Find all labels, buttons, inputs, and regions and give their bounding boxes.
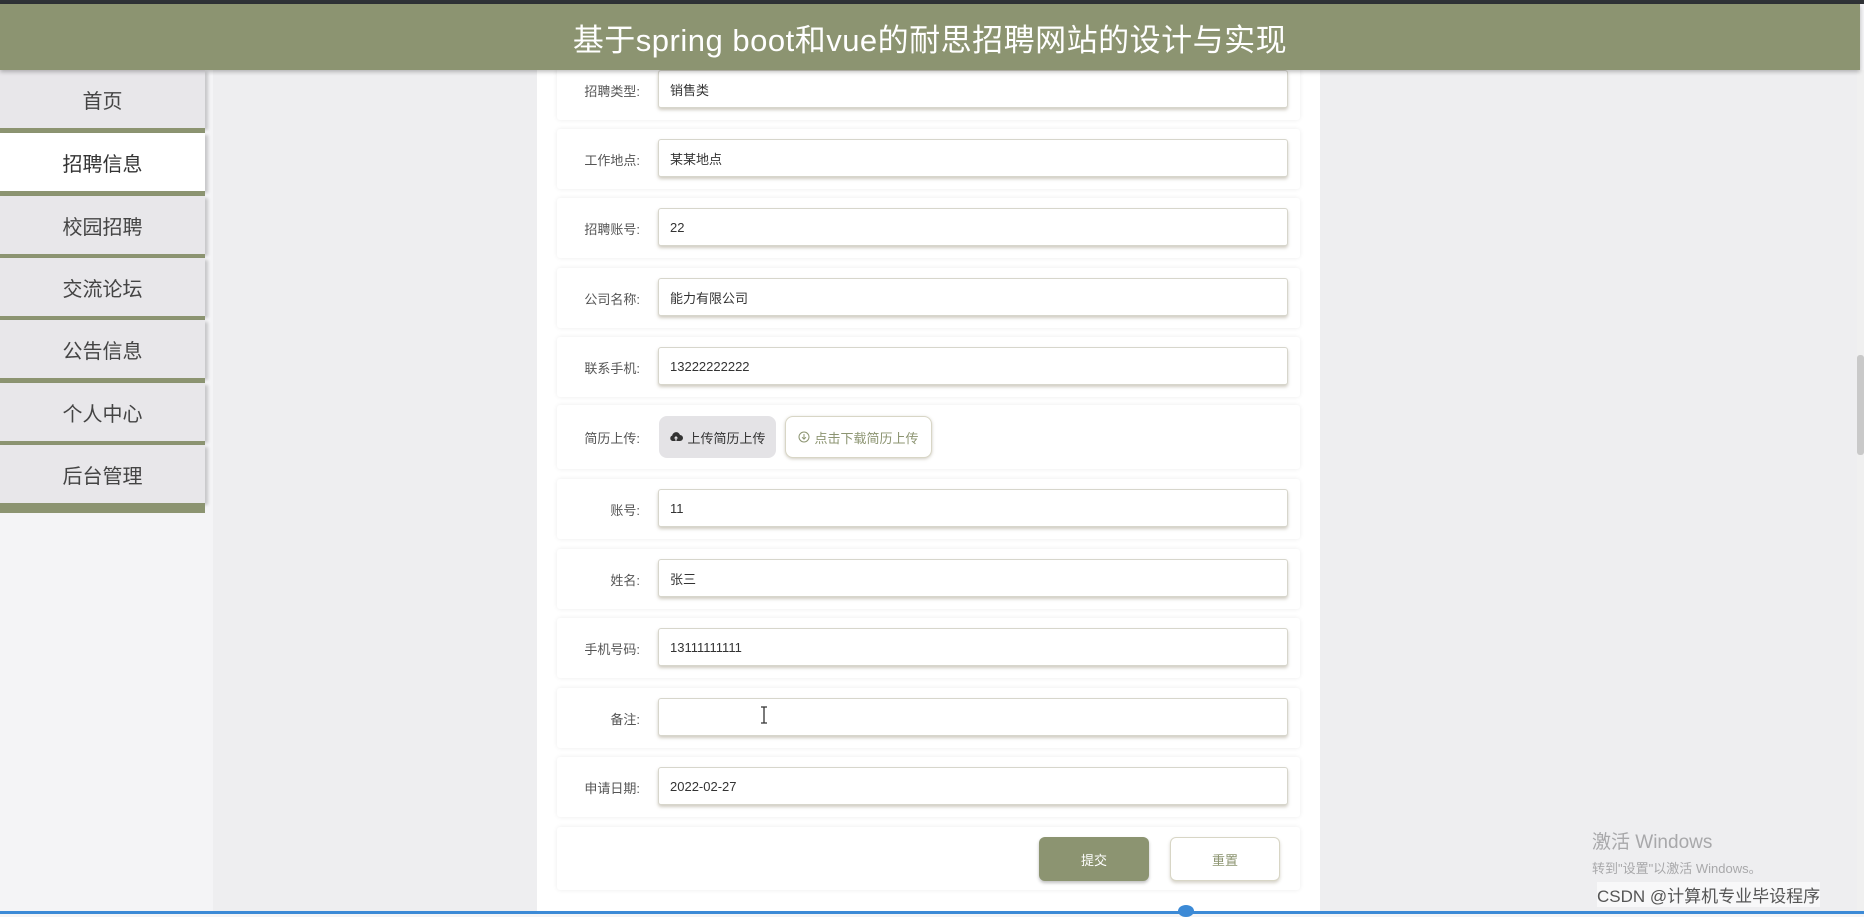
sidebar-item-underline (0, 503, 205, 513)
csdn-credit: CSDN @计算机专业毕设程序 (1597, 882, 1821, 907)
name-field[interactable] (658, 559, 1288, 597)
work-location-field[interactable] (658, 139, 1288, 177)
sidebar-item-home[interactable]: 首页 (0, 70, 205, 138)
form-row-resume-upload: 简历上传: 上传简历上传 点击下载简历上传 (557, 405, 1300, 469)
sidebar-item-recruitment-info[interactable]: 招聘信息 (0, 133, 205, 201)
sidebar-item-campus-recruitment[interactable]: 校园招聘 (0, 196, 205, 264)
recruit-account-field[interactable] (658, 208, 1288, 246)
form-row-account: 账号: (557, 479, 1300, 539)
watermark-line-2: 转到"设置"以激活 Windows。 (1592, 861, 1762, 876)
sidebar-item-label: 交流论坛 (62, 278, 143, 301)
watermark-line-1: 激活 Windows (1592, 832, 1713, 853)
account-field[interactable] (658, 489, 1288, 527)
download-resume-label: 点击下载简历上传 (814, 430, 919, 446)
form-row-recruit-account: 招聘账号: (557, 198, 1300, 258)
sidebar-item-label: 后台管理 (62, 465, 143, 488)
sidebar-item-personal-center[interactable]: 个人中心 (0, 383, 205, 451)
download-circle-icon (798, 431, 810, 443)
site-header: 基于spring boot和vue的耐思招聘网站的设计与实现 (0, 4, 1860, 70)
sidebar-item-label: 首页 (82, 90, 123, 113)
form-row-contact-phone: 联系手机: (557, 337, 1300, 397)
remark-label: 备注: (610, 711, 640, 727)
windows-activation-watermark: 激活 Windows 转到"设置"以激活 Windows。 (1592, 827, 1762, 877)
sidebar-item-admin[interactable]: 后台管理 (0, 445, 205, 513)
site-title: 基于spring boot和vue的耐思招聘网站的设计与实现 (572, 22, 1288, 58)
text-cursor-icon (759, 705, 769, 725)
form-row-company-name: 公司名称: (557, 268, 1300, 328)
apply-date-label: 申请日期: (584, 780, 640, 796)
submit-button-label: 提交 (1080, 852, 1107, 868)
form-actions-row: 提交 重置 (557, 827, 1300, 890)
company-name-field[interactable] (658, 278, 1288, 316)
apply-date-field[interactable] (658, 767, 1288, 805)
sidebar-item-label: 校园招聘 (62, 216, 143, 239)
cloud-upload-icon (669, 431, 684, 443)
submit-button[interactable]: 提交 (1039, 837, 1149, 881)
page-scrollbar[interactable] (1857, 70, 1864, 914)
remark-field[interactable] (658, 698, 1288, 736)
bottom-scroll-handle[interactable] (1178, 905, 1194, 917)
form-row-mobile: 手机号码: (557, 618, 1300, 678)
sidebar-item-label: 个人中心 (62, 403, 143, 426)
mobile-label: 手机号码: (584, 641, 640, 657)
form-row-apply-date: 申请日期: (557, 757, 1300, 817)
form-row-remark: 备注: (557, 688, 1300, 748)
page-scrollbar-thumb[interactable] (1857, 355, 1864, 455)
download-resume-button[interactable]: 点击下载简历上传 (785, 416, 932, 458)
sidebar-item-forum[interactable]: 交流论坛 (0, 258, 205, 326)
resume-upload-label: 简历上传: (584, 430, 640, 446)
name-label: 姓名: (610, 572, 640, 588)
contact-phone-label: 联系手机: (584, 360, 640, 376)
form-row-name: 姓名: (557, 549, 1300, 609)
account-label: 账号: (610, 502, 640, 518)
sidebar-nav: 首页 招聘信息 校园招聘 交流论坛 公告信息 个人中心 后台管理 (0, 70, 213, 914)
sidebar-item-announcements[interactable]: 公告信息 (0, 320, 205, 388)
mobile-field[interactable] (658, 628, 1288, 666)
reset-button-label: 重置 (1211, 852, 1238, 868)
reset-button[interactable]: 重置 (1170, 837, 1280, 881)
work-location-label: 工作地点: (584, 152, 640, 168)
recruit-type-field[interactable] (658, 70, 1288, 108)
upload-resume-button[interactable]: 上传简历上传 (659, 416, 776, 458)
form-row-work-location: 工作地点: (557, 129, 1300, 189)
company-name-label: 公司名称: (584, 291, 640, 307)
contact-phone-field[interactable] (658, 347, 1288, 385)
upload-resume-label: 上传简历上传 (687, 430, 766, 446)
recruit-account-label: 招聘账号: (584, 221, 640, 237)
sidebar-item-label: 招聘信息 (62, 153, 143, 176)
sidebar-item-label: 公告信息 (62, 340, 143, 363)
